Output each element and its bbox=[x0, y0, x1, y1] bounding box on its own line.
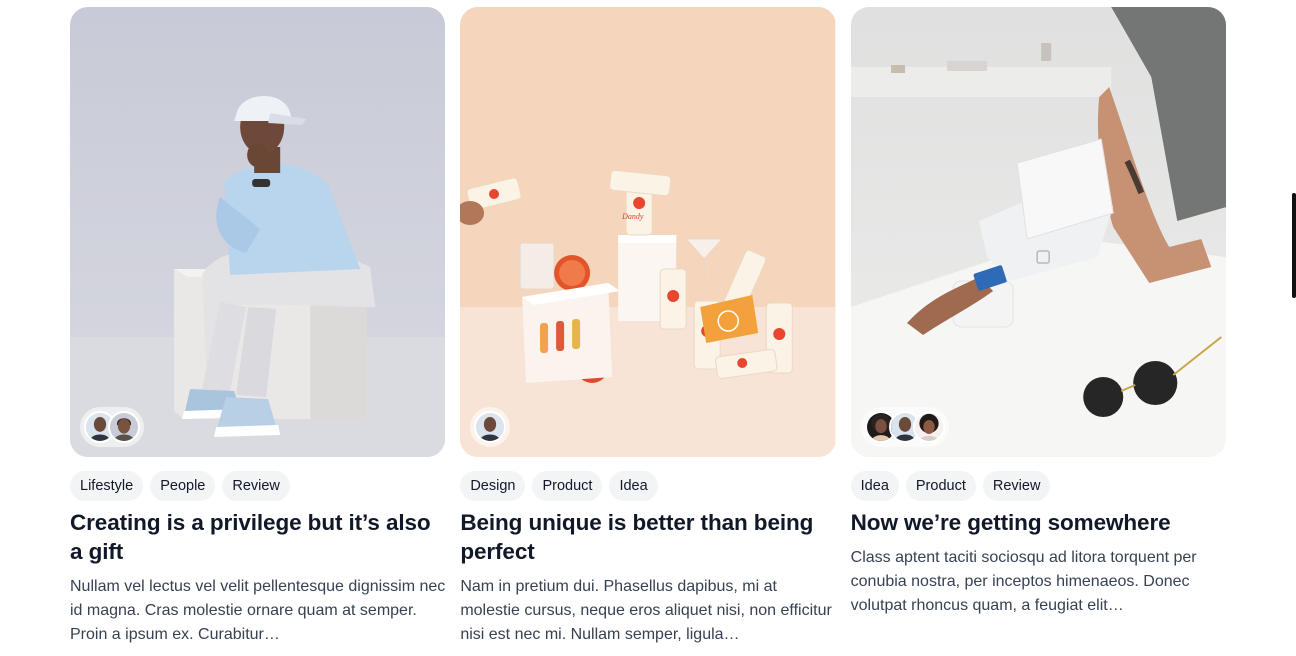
article-card-2[interactable]: Dandy Design Product Idea Being unique i… bbox=[460, 7, 836, 656]
tag-list: Idea Product Review bbox=[850, 471, 1226, 501]
tag-chip[interactable]: Product bbox=[905, 471, 976, 501]
payment-terminal-image bbox=[850, 7, 1226, 457]
tag-chip[interactable]: Product bbox=[532, 471, 603, 501]
tag-list: Design Product Idea bbox=[460, 471, 835, 501]
tag-list: Lifestyle People Review bbox=[70, 471, 445, 501]
person-avatar-icon bbox=[914, 413, 943, 441]
article-excerpt: Class aptent taciti sociosqu ad litora t… bbox=[850, 549, 1197, 614]
article-card-3[interactable]: Idea Product Review Now we’re getting so… bbox=[850, 7, 1226, 656]
card-image[interactable] bbox=[70, 7, 446, 457]
author-avatar[interactable] bbox=[912, 411, 945, 443]
article-title[interactable]: Now we’re getting somewhere bbox=[851, 508, 1226, 537]
tag-chip[interactable]: Review bbox=[222, 471, 290, 501]
author-avatar[interactable] bbox=[108, 411, 140, 443]
person-avatar-icon bbox=[476, 413, 505, 441]
author-avatar[interactable] bbox=[474, 411, 507, 443]
tag-chip[interactable]: People bbox=[150, 471, 216, 501]
article-grid: Lifestyle People Review Creating is a pr… bbox=[70, 7, 1226, 656]
tag-chip[interactable]: Review bbox=[982, 471, 1051, 501]
article-card-1[interactable]: Lifestyle People Review Creating is a pr… bbox=[70, 7, 446, 656]
card-image[interactable]: Dandy bbox=[460, 7, 836, 457]
man-seated-on-cube-image bbox=[70, 7, 446, 457]
dandy-brand-text: Dandy bbox=[621, 212, 644, 221]
article-title[interactable]: Creating is a privilege but it’s also a … bbox=[70, 508, 445, 566]
author-avatars[interactable] bbox=[860, 407, 949, 447]
tag-chip[interactable]: Design bbox=[460, 471, 526, 501]
vertical-scrollbar[interactable] bbox=[1292, 193, 1296, 298]
tag-chip[interactable]: Idea bbox=[850, 471, 899, 501]
card-image[interactable] bbox=[850, 7, 1226, 457]
tag-chip[interactable]: Idea bbox=[609, 471, 658, 501]
article-excerpt: Nullam vel lectus vel velit pellentesque… bbox=[70, 578, 446, 643]
tag-chip[interactable]: Lifestyle bbox=[70, 471, 144, 501]
article-excerpt: Nam in pretium dui. Phasellus dapibus, m… bbox=[460, 578, 832, 643]
person-avatar-icon bbox=[110, 413, 138, 441]
author-avatars[interactable] bbox=[80, 407, 144, 447]
dandy-cans-product-image: Dandy bbox=[460, 7, 836, 457]
article-title[interactable]: Being unique is better than being perfec… bbox=[460, 508, 835, 566]
